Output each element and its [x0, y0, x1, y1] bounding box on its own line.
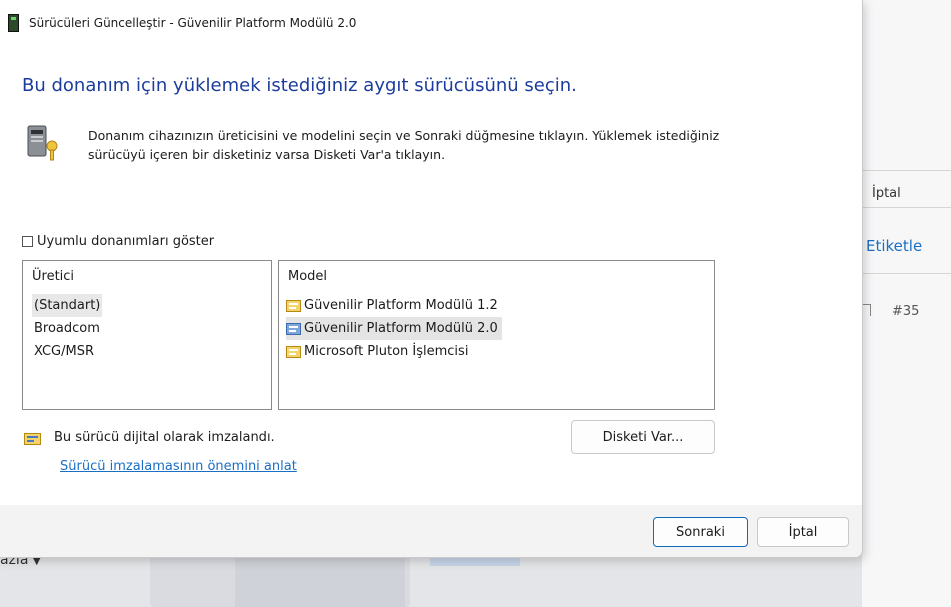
checkbox-box[interactable]	[22, 236, 33, 247]
tpm-chip-icon	[8, 14, 19, 32]
model-header: Model	[288, 269, 328, 284]
certificate-icon	[286, 322, 301, 335]
list-item-tpm-2-0[interactable]: Güvenilir Platform Modülü 2.0	[286, 317, 710, 340]
certificate-icon	[286, 299, 301, 312]
model-label[interactable]: Güvenilir Platform Modülü 2.0	[304, 317, 498, 340]
list-item-standart[interactable]: (Standart)	[32, 294, 103, 317]
model-label[interactable]: Güvenilir Platform Modülü 1.2	[304, 294, 498, 317]
list-item-tpm-1-2[interactable]: Güvenilir Platform Modülü 1.2	[286, 294, 710, 317]
signed-certificate-icon	[24, 433, 41, 445]
list-item-xcg-msr[interactable]: XCG/MSR	[32, 340, 96, 363]
manufacturer-header: Üretici	[32, 269, 75, 284]
instruction-text: Donanım cihazınızın üreticisini ve model…	[88, 128, 720, 162]
list-item-pluton[interactable]: Microsoft Pluton İşlemcisi	[286, 340, 710, 363]
have-disk-button[interactable]: Disketi Var...	[571, 420, 715, 454]
dialog-titlebar: Sürücüleri Güncelleştir - Güvenilir Plat…	[8, 14, 356, 32]
next-button[interactable]: Sonraki	[653, 517, 748, 547]
divider	[862, 273, 951, 274]
model-listbox[interactable]: Model Güvenilir Platform Modülü 1.2 Güve…	[278, 260, 715, 410]
cancel-button[interactable]: İptal	[757, 517, 849, 547]
background-cancel-label[interactable]: İptal	[872, 186, 901, 201]
hardware-icon	[27, 125, 58, 161]
divider	[862, 207, 951, 208]
manufacturer-listbox[interactable]: Üretici (Standart) Broadcom XCG/MSR	[22, 260, 272, 410]
background-thumbnail-inner	[235, 552, 405, 607]
list-item-broadcom[interactable]: Broadcom	[32, 317, 102, 340]
driver-signing-info-link[interactable]: Sürücü imzalamasının önemini anlat	[60, 459, 297, 474]
background-tag-link[interactable]: Etiketle	[866, 237, 922, 255]
compatible-hardware-checkbox[interactable]: Uyumlu donanımları göster	[22, 234, 214, 249]
signed-status-text: Bu sürücü dijital olarak imzalandı.	[54, 430, 275, 445]
update-drivers-dialog: Sürücüleri Güncelleştir - Güvenilir Plat…	[0, 0, 863, 558]
dialog-title: Sürücüleri Güncelleştir - Güvenilir Plat…	[29, 16, 357, 30]
certificate-icon	[286, 345, 301, 358]
page-heading: Bu donanım için yüklemek istediğiniz ayg…	[22, 75, 577, 96]
model-label[interactable]: Microsoft Pluton İşlemcisi	[304, 340, 468, 363]
divider	[862, 170, 951, 171]
compatible-hardware-label[interactable]: Uyumlu donanımları göster	[37, 234, 214, 249]
background-issue-number: #35	[892, 304, 920, 319]
